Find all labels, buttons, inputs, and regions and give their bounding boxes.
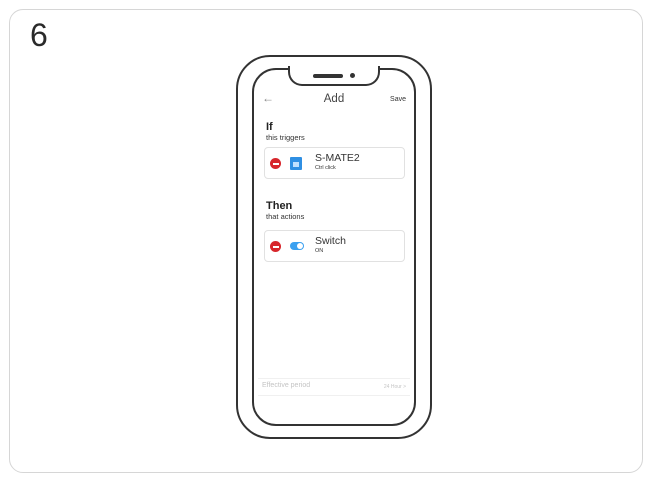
toggle-switch-icon <box>290 242 304 250</box>
if-section: If this triggers <box>266 121 305 142</box>
camera-icon <box>350 73 355 78</box>
remove-circle-icon[interactable] <box>270 241 281 252</box>
screen-title: Add <box>323 93 345 105</box>
save-button[interactable]: Save <box>390 96 406 103</box>
then-section: Then that actions <box>266 200 304 221</box>
trigger-device-name: S-MATE2 <box>315 152 360 164</box>
step-number: 6 <box>30 17 48 53</box>
remove-circle-icon[interactable] <box>270 158 281 169</box>
if-title: If <box>266 121 273 133</box>
if-subtitle: this triggers <box>266 133 305 143</box>
screen-header: ← Add Save <box>256 90 412 114</box>
speaker-icon <box>313 74 343 78</box>
effective-period-value: 24 Hour > <box>383 384 406 390</box>
action-device-state: ON <box>315 248 324 254</box>
trigger-item[interactable]: S-MATE2 Ctrl click <box>264 147 405 179</box>
effective-period-label: Effective period <box>262 382 311 389</box>
action-device-name: Switch <box>315 235 346 247</box>
trigger-device-state: Ctrl click <box>315 165 336 171</box>
smart-device-icon <box>290 157 302 170</box>
then-subtitle: that actions <box>266 212 305 222</box>
then-title: Then <box>266 200 293 212</box>
effective-period-row[interactable]: Effective period 24 Hour > <box>258 378 410 396</box>
action-item[interactable]: Switch ON <box>264 230 405 262</box>
